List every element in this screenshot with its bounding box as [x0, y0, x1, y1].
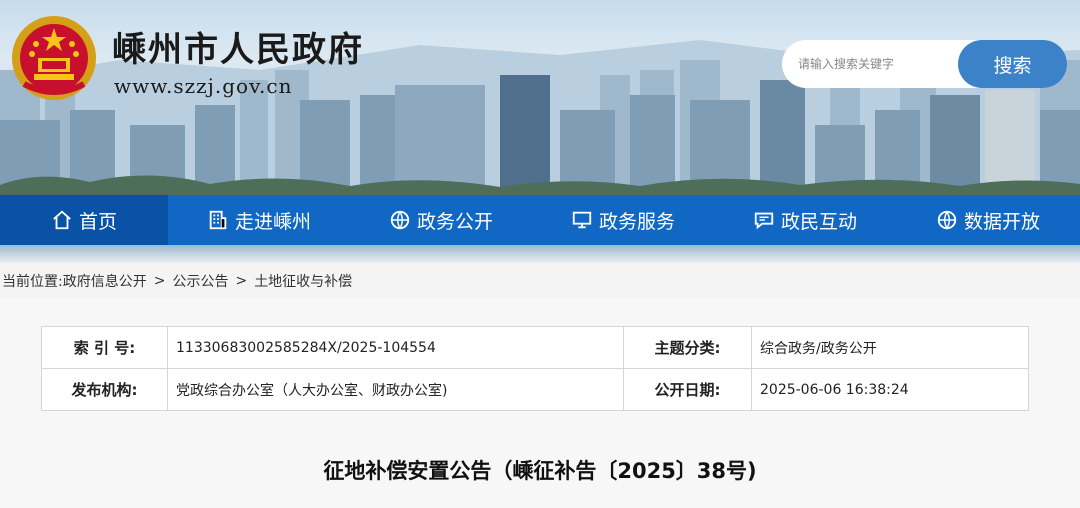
table-row: 发布机构: 党政综合办公室（人大办公室、财政办公室) 公开日期: 2025-06… [41, 368, 1029, 411]
main-content: 索 引 号: 11330683002585284X/2025-104554 主题… [0, 299, 1080, 508]
date-value: 2025-06-06 16:38:24 [751, 368, 1029, 411]
chat-icon [754, 212, 774, 230]
nav-item-open-data[interactable]: 数据开放 [896, 195, 1080, 245]
globe-icon [937, 210, 957, 230]
site-url: www.szzj.gov.cn [114, 74, 293, 98]
nav-label: 政民互动 [780, 210, 857, 233]
document-title: 征地补偿安置公告（嵊征补告〔2025〕38号) [323, 459, 757, 483]
breadcrumb-prefix: 当前位置: [2, 274, 63, 290]
nav-item-interaction[interactable]: 政民互动 [714, 195, 896, 245]
publisher-value: 党政综合办公室（人大办公室、财政办公室) [167, 368, 624, 411]
nav-label: 首页 [78, 210, 117, 233]
nav-label: 走进嵊州 [234, 210, 311, 233]
site-title[interactable]: 嵊州市人民政府 [112, 22, 364, 71]
breadcrumb-link[interactable]: 公示公告 [172, 271, 228, 291]
nav-item-about[interactable]: 走进嵊州 [168, 195, 350, 245]
breadcrumb-separator: > [153, 273, 166, 289]
document-meta-table: 索 引 号: 11330683002585284X/2025-104554 主题… [41, 326, 1029, 411]
category-value: 综合政务/政务公开 [751, 326, 1029, 369]
search-bar: 搜索 [782, 40, 1067, 88]
building-icon [209, 210, 227, 230]
search-button[interactable]: 搜索 [958, 40, 1067, 88]
home-icon [53, 210, 71, 230]
publisher-label: 发布机构: [41, 368, 168, 411]
breadcrumb-separator: > [235, 273, 248, 289]
header-banner: 嵊州市人民政府 www.szzj.gov.cn 搜索 [0, 0, 1080, 195]
nav-label: 政务公开 [416, 210, 493, 233]
nav-divider [0, 245, 1080, 263]
nav-label: 政务服务 [598, 210, 675, 233]
date-label: 公开日期: [623, 368, 752, 411]
index-value: 11330683002585284X/2025-104554 [167, 326, 624, 369]
category-label: 主题分类: [623, 326, 752, 369]
nav-item-home[interactable]: 首页 [0, 195, 168, 245]
monitor-icon [572, 211, 592, 229]
breadcrumb-link[interactable]: 土地征收与补偿 [254, 271, 352, 291]
nav-item-open-gov[interactable]: 政务公开 [350, 195, 532, 245]
table-row: 索 引 号: 11330683002585284X/2025-104554 主题… [41, 326, 1029, 369]
national-emblem-logo [12, 16, 96, 100]
globe-icon [390, 210, 410, 230]
main-nav: 首页 走进嵊州 政务公开 政务服务 政民互动 数据开放 [0, 195, 1080, 245]
index-label: 索 引 号: [41, 326, 168, 369]
breadcrumb: 当前位置: 政府信息公开 > 公示公告 > 土地征收与补偿 [0, 263, 1080, 299]
breadcrumb-link[interactable]: 政府信息公开 [63, 271, 147, 291]
nav-item-services[interactable]: 政务服务 [532, 195, 714, 245]
nav-label: 数据开放 [963, 210, 1040, 233]
search-input[interactable] [782, 40, 962, 88]
